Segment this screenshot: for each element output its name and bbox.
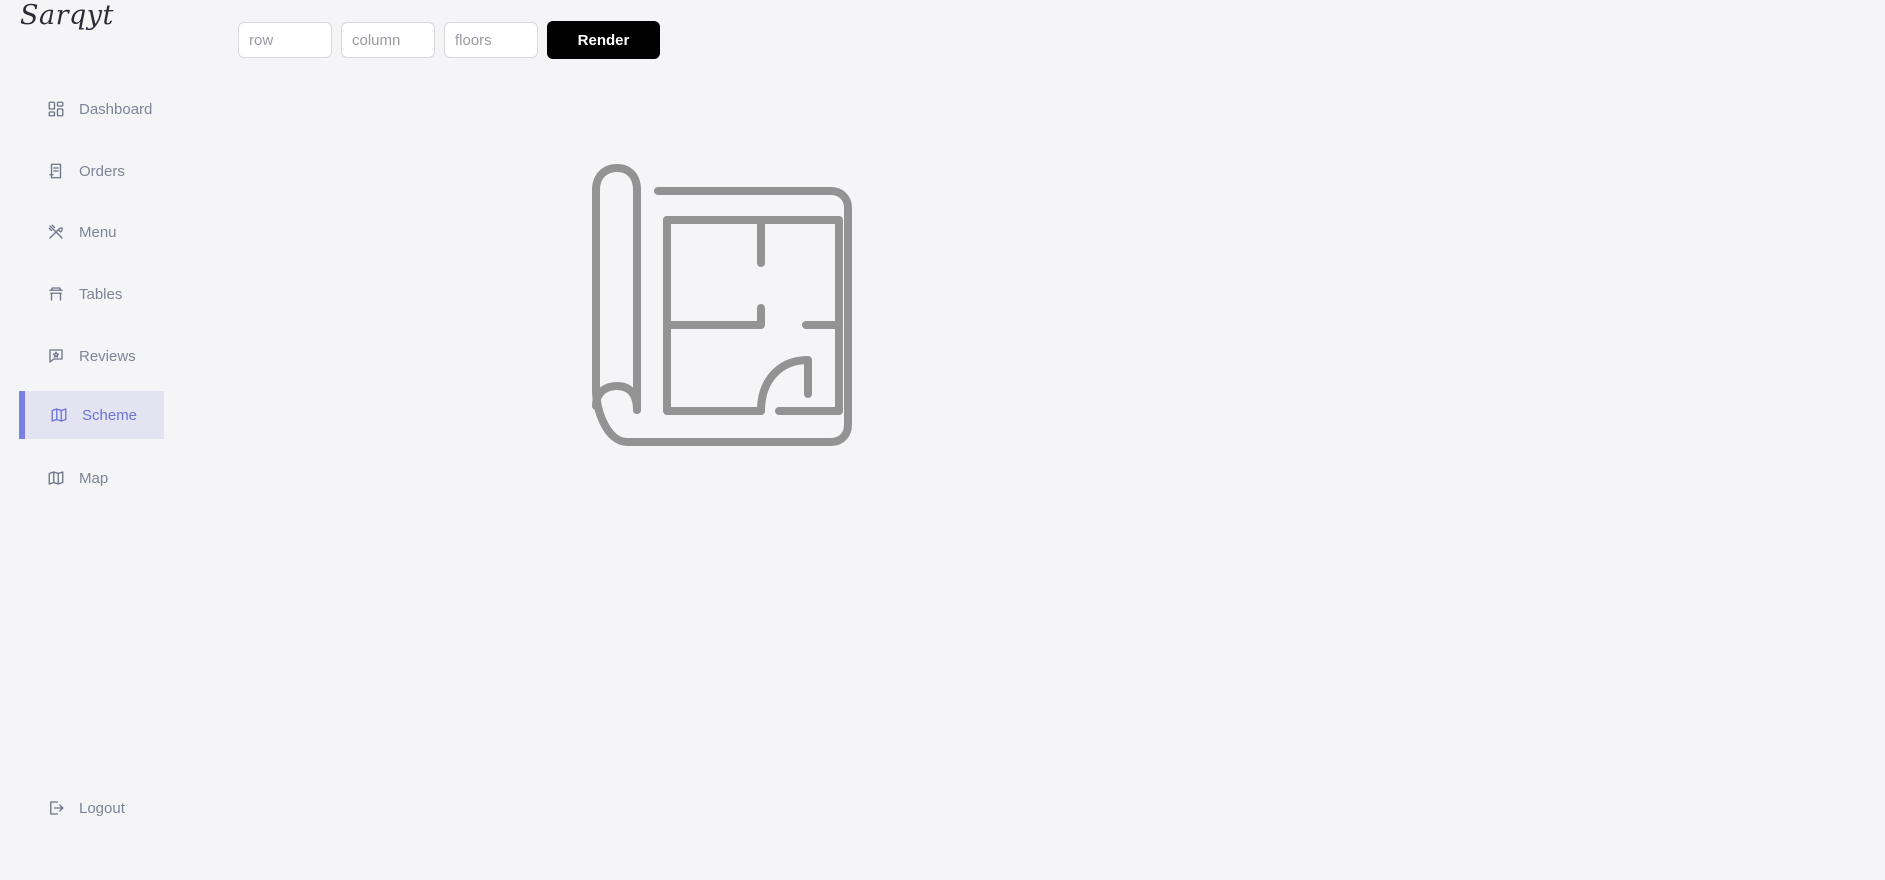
utensils-icon [46,223,65,242]
logout-label: Logout [79,799,125,817]
dashboard-icon [46,100,65,119]
map-icon [46,469,65,488]
sidebar-item-orders[interactable]: Orders [19,147,164,195]
logout-button[interactable]: Logout [19,784,164,832]
sidebar-item-label: Map [79,469,109,487]
sidebar-item-scheme[interactable]: Scheme [19,391,164,439]
sidebar-item-label: Tables [79,285,123,303]
table-icon [46,285,65,304]
row-input[interactable] [238,22,332,58]
sidebar-item-reviews[interactable]: Reviews [19,332,164,380]
logout-icon [46,799,65,818]
receipt-icon [46,162,65,181]
scheme-toolbar: Render [238,21,660,59]
map-icon [49,406,68,425]
blueprint-icon [592,164,852,446]
sidebar-item-label: Menu [79,223,117,241]
sidebar-item-label: Dashboard [79,100,153,118]
sidebar-item-tables[interactable]: Tables [19,270,164,318]
sidebar-item-dashboard[interactable]: Dashboard [19,85,164,133]
column-input[interactable] [341,22,435,58]
sidebar-item-label: Scheme [82,406,138,424]
sidebar-item-label: Reviews [79,347,136,365]
star-message-icon [46,347,65,366]
floors-input[interactable] [444,22,538,58]
sidebar-item-map[interactable]: Map [19,454,164,502]
render-button[interactable]: Render [547,21,660,59]
sidebar-item-menu[interactable]: Menu [19,208,164,256]
blueprint-placeholder [585,160,875,450]
sidebar-item-label: Orders [79,162,125,180]
app-root: Sarqyt Dashboard Orders Menu Tables Revi… [0,0,1885,880]
app-logo[interactable]: Sarqyt [20,0,114,31]
sidebar: Sarqyt Dashboard Orders Menu Tables Revi… [0,0,212,880]
